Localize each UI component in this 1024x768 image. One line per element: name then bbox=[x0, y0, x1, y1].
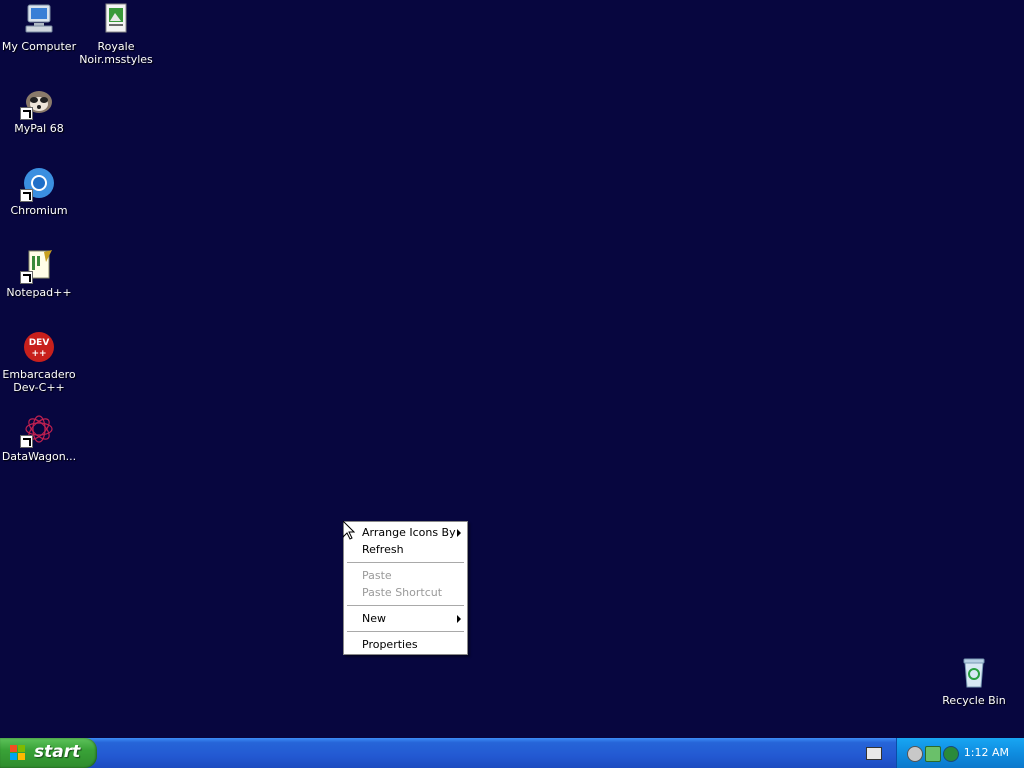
desktop-icon-label: Royale Noir.msstyles bbox=[79, 40, 153, 66]
menu-item-refresh[interactable]: Refresh bbox=[344, 541, 467, 558]
desktop-context-menu: Arrange Icons By Refresh Paste Paste Sho… bbox=[343, 521, 468, 655]
menu-separator bbox=[347, 631, 464, 632]
menu-item-label: Arrange Icons By bbox=[362, 526, 456, 539]
network-icon[interactable] bbox=[925, 746, 941, 762]
desktop-icon-label: My Computer bbox=[1, 40, 77, 53]
submenu-arrow-icon bbox=[457, 529, 461, 537]
desktop-icon-recycle-bin[interactable]: Recycle Bin bbox=[935, 656, 1013, 707]
submenu-arrow-icon bbox=[457, 615, 461, 623]
mouse-pointer-icon bbox=[342, 519, 356, 543]
shortcut-arrow-icon bbox=[20, 189, 33, 202]
menu-item-paste-shortcut: Paste Shortcut bbox=[344, 584, 467, 601]
menu-separator bbox=[347, 605, 464, 606]
keyboard-icon[interactable] bbox=[866, 747, 882, 760]
desktop-icon-royale-noir[interactable]: Royale Noir.msstyles bbox=[77, 2, 155, 66]
shortcut-arrow-icon bbox=[20, 435, 33, 448]
desktop-icon-label: DataWagon... bbox=[1, 450, 77, 463]
desktop-icon-datawagon[interactable]: DataWagon... bbox=[0, 412, 78, 463]
desktop-icon-my-computer[interactable]: My Computer bbox=[0, 2, 78, 53]
desktop-icon-label: Embarcadero Dev-C++ bbox=[2, 368, 76, 394]
notepad-plus-plus-icon bbox=[20, 248, 56, 284]
menu-item-paste: Paste bbox=[344, 567, 467, 584]
computer-icon bbox=[22, 2, 56, 36]
desktop-icon-chromium[interactable]: Chromium bbox=[0, 166, 78, 217]
shortcut-arrow-icon bbox=[20, 271, 33, 284]
raccoon-icon bbox=[20, 84, 56, 120]
menu-item-label: Paste Shortcut bbox=[362, 586, 443, 599]
svg-text:++: ++ bbox=[31, 349, 46, 359]
menu-item-arrange-icons-by[interactable]: Arrange Icons By bbox=[344, 524, 467, 541]
desktop-icon-devcpp[interactable]: DEV ++ Embarcadero Dev-C++ bbox=[0, 330, 78, 394]
desktop-icon-label: Notepad++ bbox=[6, 286, 72, 299]
windows-logo-icon bbox=[10, 745, 26, 761]
desktop-icon-notepadpp[interactable]: Notepad++ bbox=[0, 248, 78, 299]
menu-item-label: Paste bbox=[362, 569, 392, 582]
shortcut-arrow-icon bbox=[20, 107, 33, 120]
system-tray: 1:12 AM bbox=[896, 738, 1024, 768]
recycle-bin-icon bbox=[957, 656, 991, 690]
start-label: start bbox=[34, 742, 81, 762]
menu-separator bbox=[347, 562, 464, 563]
globe-icon[interactable] bbox=[943, 746, 959, 762]
datawagon-icon bbox=[20, 412, 56, 448]
menu-item-label: New bbox=[362, 612, 386, 625]
desktop-icon-label: Chromium bbox=[10, 204, 68, 217]
menu-item-properties[interactable]: Properties bbox=[344, 636, 467, 653]
msstyles-file-icon bbox=[99, 2, 133, 36]
chromium-icon bbox=[20, 166, 56, 202]
menu-item-new[interactable]: New bbox=[344, 610, 467, 627]
desktop-icon-label: MyPal 68 bbox=[14, 122, 64, 135]
desktop-icon-mypal[interactable]: MyPal 68 bbox=[0, 84, 78, 135]
devcpp-icon: DEV ++ bbox=[22, 330, 56, 364]
desktop-icon-label: Recycle Bin bbox=[942, 694, 1006, 707]
clock[interactable]: 1:12 AM bbox=[964, 746, 1009, 759]
start-button[interactable]: start bbox=[0, 738, 97, 768]
desktop[interactable]: My Computer Royale Noir.msstyles MyPal 6… bbox=[0, 0, 1024, 738]
speaker-icon[interactable] bbox=[907, 746, 923, 762]
taskbar: start 1:12 AM bbox=[0, 738, 1024, 768]
svg-text:DEV: DEV bbox=[29, 338, 50, 348]
menu-item-label: Refresh bbox=[362, 543, 404, 556]
menu-item-label: Properties bbox=[362, 638, 418, 651]
